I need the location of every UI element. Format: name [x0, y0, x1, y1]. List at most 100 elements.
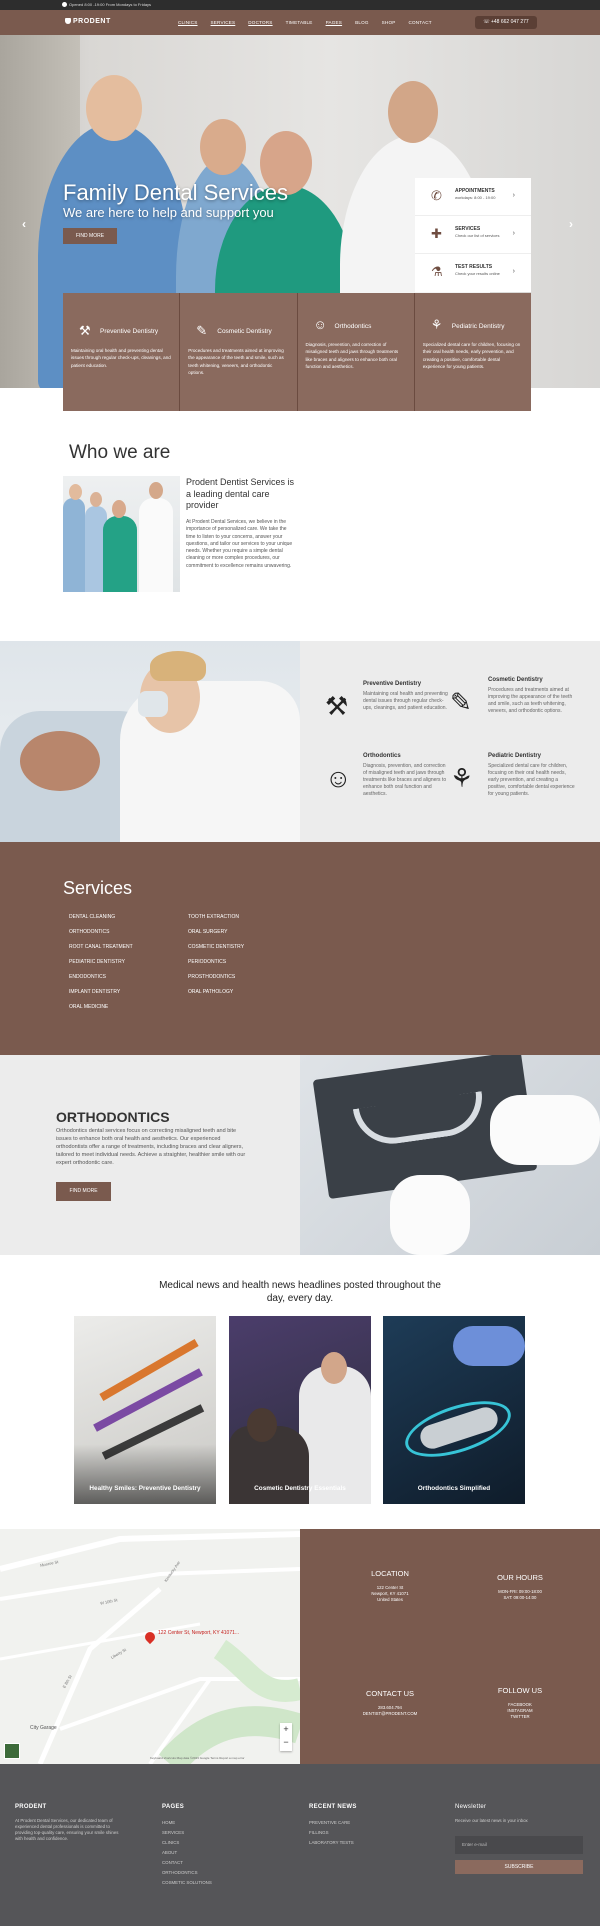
- surgeon-head: [388, 81, 438, 143]
- top-info-bar: Opened 8:00 -19:00 From Mondays to Frida…: [0, 0, 600, 10]
- site-footer: PRODENT At Prodent Dental Services, our …: [0, 1764, 600, 1926]
- feature-card-description: Diagnosis, prevention, and correction of…: [305, 342, 399, 369]
- service-link[interactable]: ORTHODONTICS: [69, 929, 133, 944]
- nav-item-timetable[interactable]: TIMETABLE: [286, 20, 313, 25]
- nav-item-doctors[interactable]: DOCTORS: [248, 20, 272, 25]
- feature-card-description: Procedures and treatments aimed at impro…: [188, 348, 284, 375]
- quick-link-subtitle: Check our list of services: [455, 233, 500, 238]
- nav-item-blog[interactable]: BLOG: [355, 20, 369, 25]
- services-overview: ⚒ Preventive Dentistry Maintaining oral …: [300, 641, 600, 842]
- overview-title: Pediatric Dentistry: [488, 753, 542, 759]
- footer-news-link[interactable]: PREVENTIVE CARE: [309, 1818, 357, 1828]
- overview-description: Diagnosis, prevention, and correction of…: [363, 763, 447, 797]
- quick-link-test-results[interactable]: ⚗ TEST RESULTS Check your results online…: [415, 254, 531, 292]
- orthodontics-text: Orthodontics dental services focus on co…: [56, 1128, 246, 1166]
- service-link[interactable]: TOOTH EXTRACTION: [188, 914, 244, 929]
- footer-news-link[interactable]: LABORATORY TESTS: [309, 1838, 357, 1848]
- nav-item-contact[interactable]: CONTACT: [408, 20, 431, 25]
- logo-text: PRODENT: [73, 18, 111, 25]
- service-link[interactable]: ORAL MEDICINE: [69, 1004, 133, 1019]
- satellite-toggle[interactable]: [4, 1743, 20, 1759]
- who-we-are-title: Prodent Dentist Services is a leading de…: [186, 477, 295, 511]
- feature-card-title: Orthodontics: [334, 323, 372, 330]
- xray-photo: [300, 1055, 600, 1255]
- hours-block: OUR HOURS MON-FRI: 09:00-18:00 SAT: 09:0…: [480, 1573, 560, 1601]
- feature-card-description: Specialized dental care for children, fo…: [422, 342, 521, 369]
- doctor-head: [86, 75, 142, 141]
- nav-menu: CLINICS SERVICES DOCTORS TIMETABLE PAGES…: [178, 20, 445, 25]
- overview-title: Cosmetic Dentistry: [488, 677, 543, 683]
- service-link[interactable]: ENDODONTICS: [69, 974, 133, 989]
- news-card[interactable]: Healthy Smiles: Preventive Dentistry: [74, 1316, 216, 1504]
- feature-card[interactable]: ⚒ Preventive Dentistry Maintaining oral …: [63, 293, 180, 411]
- footer-link[interactable]: SERVICES: [162, 1828, 212, 1838]
- contact-line: United States: [377, 1597, 403, 1602]
- nav-item-pages[interactable]: PAGES: [326, 20, 343, 25]
- footer-link[interactable]: HOME: [162, 1818, 212, 1828]
- footer-column-heading: PAGES: [162, 1804, 185, 1810]
- feature-card-title: Cosmetic Dentistry: [217, 328, 272, 335]
- feature-card[interactable]: ☺ Orthodontics Diagnosis, prevention, an…: [297, 293, 414, 411]
- service-link[interactable]: PEDIATRIC DENTISTRY: [69, 959, 133, 974]
- footer-pages: PAGES HOME SERVICES CLINICS ABOUT CONTAC…: [162, 1804, 212, 1888]
- subscribe-button[interactable]: SUBSCRIBE: [455, 1860, 583, 1874]
- nav-item-shop[interactable]: SHOP: [382, 20, 396, 25]
- newsletter-email-input[interactable]: Enter e-mail: [455, 1836, 583, 1854]
- service-link[interactable]: COSMETIC DENTISTRY: [188, 944, 244, 959]
- news-card[interactable]: Cosmetic Dentistry Essentials: [229, 1316, 371, 1504]
- footer-link[interactable]: ORTHODONTICS: [162, 1868, 212, 1878]
- nav-item-clinics[interactable]: CLINICS: [178, 20, 198, 25]
- news-card[interactable]: Orthodontics Simplified: [383, 1316, 525, 1504]
- clock-icon: [62, 2, 67, 7]
- feature-card[interactable]: ⚘ Pediatric Dentistry Specialized dental…: [414, 293, 531, 411]
- slider-next-arrow-icon[interactable]: ›: [569, 217, 573, 231]
- footer-link[interactable]: ABOUT: [162, 1848, 212, 1858]
- who-we-are-text: At Prodent Dental Services, we believe i…: [186, 519, 293, 569]
- footer-link[interactable]: COSMETIC SOLUTIONS: [162, 1878, 212, 1888]
- hero-find-more-button[interactable]: FIND MORE: [63, 228, 117, 244]
- quick-link-services[interactable]: ✚ SERVICES Check our list of services ›: [415, 216, 531, 254]
- dental-chair-icon: ⚒: [79, 323, 91, 338]
- contact-email[interactable]: DENTIST@PRODENT.COM: [350, 1711, 430, 1717]
- slider-prev-arrow-icon[interactable]: ‹: [22, 217, 26, 231]
- newsletter-description: Receive our latest news in your inbox: [455, 1818, 528, 1823]
- location-map[interactable]: 122 Center St, Newport, KY 41071... City…: [0, 1529, 300, 1764]
- orthodontics-find-more-button[interactable]: FIND MORE: [56, 1182, 111, 1201]
- medkit-icon: ✚: [431, 226, 442, 241]
- contact-panel: LOCATION 122 Center St Newport, KY 41071…: [300, 1529, 600, 1764]
- contact-block-heading: FOLLOW US: [497, 1686, 543, 1695]
- phone-button[interactable]: ☏ +48 662 047 277: [475, 16, 537, 29]
- news-heading: Medical news and health news headlines p…: [159, 1280, 441, 1304]
- services-list-right: TOOTH EXTRACTION ORAL SURGERY COSMETIC D…: [188, 914, 244, 1004]
- contact-block-heading: CONTACT US: [365, 1689, 415, 1698]
- phone-icon: ✆: [431, 188, 442, 203]
- service-link[interactable]: PERIODONTICS: [188, 959, 244, 974]
- logo[interactable]: PRODENT: [65, 18, 111, 25]
- feature-card-description: Maintaining oral health and preventing d…: [71, 348, 171, 368]
- feature-card[interactable]: ✎ Cosmetic Dentistry Procedures and trea…: [180, 293, 297, 411]
- footer-link[interactable]: CLINICS: [162, 1838, 212, 1848]
- dentist-icon: ☺: [313, 317, 327, 332]
- footer-link[interactable]: CONTACT: [162, 1858, 212, 1868]
- map-attribution: Keyboard shortcuts Map data ©2023 Google…: [150, 1756, 245, 1760]
- service-link[interactable]: PROSTHODONTICS: [188, 974, 244, 989]
- tooth-clipboard-icon: ✎: [196, 323, 208, 338]
- quick-link-appointments[interactable]: ✆ APPOINTMENTS workdays: 8:00 - 19:00 ›: [415, 178, 531, 216]
- service-link[interactable]: ORAL SURGERY: [188, 929, 244, 944]
- news-card-title: Orthodontics Simplified: [417, 1485, 491, 1492]
- dentist-icon: ☺: [325, 763, 352, 793]
- quick-link-subtitle: Check your results online: [455, 271, 500, 276]
- nav-item-services[interactable]: SERVICES: [211, 20, 236, 25]
- twitter-link[interactable]: TWITTER: [480, 1714, 560, 1720]
- news-card-title: Cosmetic Dentistry Essentials: [254, 1485, 346, 1492]
- tooth-icon: [65, 18, 71, 24]
- map-zoom-controls[interactable]: + −: [280, 1723, 292, 1751]
- service-link[interactable]: DENTAL CLEANING: [69, 914, 133, 929]
- service-link[interactable]: ROOT CANAL TREATMENT: [69, 944, 133, 959]
- footer-news-link[interactable]: FILLINGS: [309, 1828, 357, 1838]
- zoom-out-icon[interactable]: −: [280, 1736, 292, 1749]
- service-link[interactable]: ORAL PATHOLOGY: [188, 989, 244, 1004]
- footer-recent-news: RECENT NEWS PREVENTIVE CARE FILLINGS LAB…: [309, 1804, 357, 1848]
- zoom-in-icon[interactable]: +: [280, 1723, 292, 1736]
- service-link[interactable]: IMPLANT DENTISTRY: [69, 989, 133, 1004]
